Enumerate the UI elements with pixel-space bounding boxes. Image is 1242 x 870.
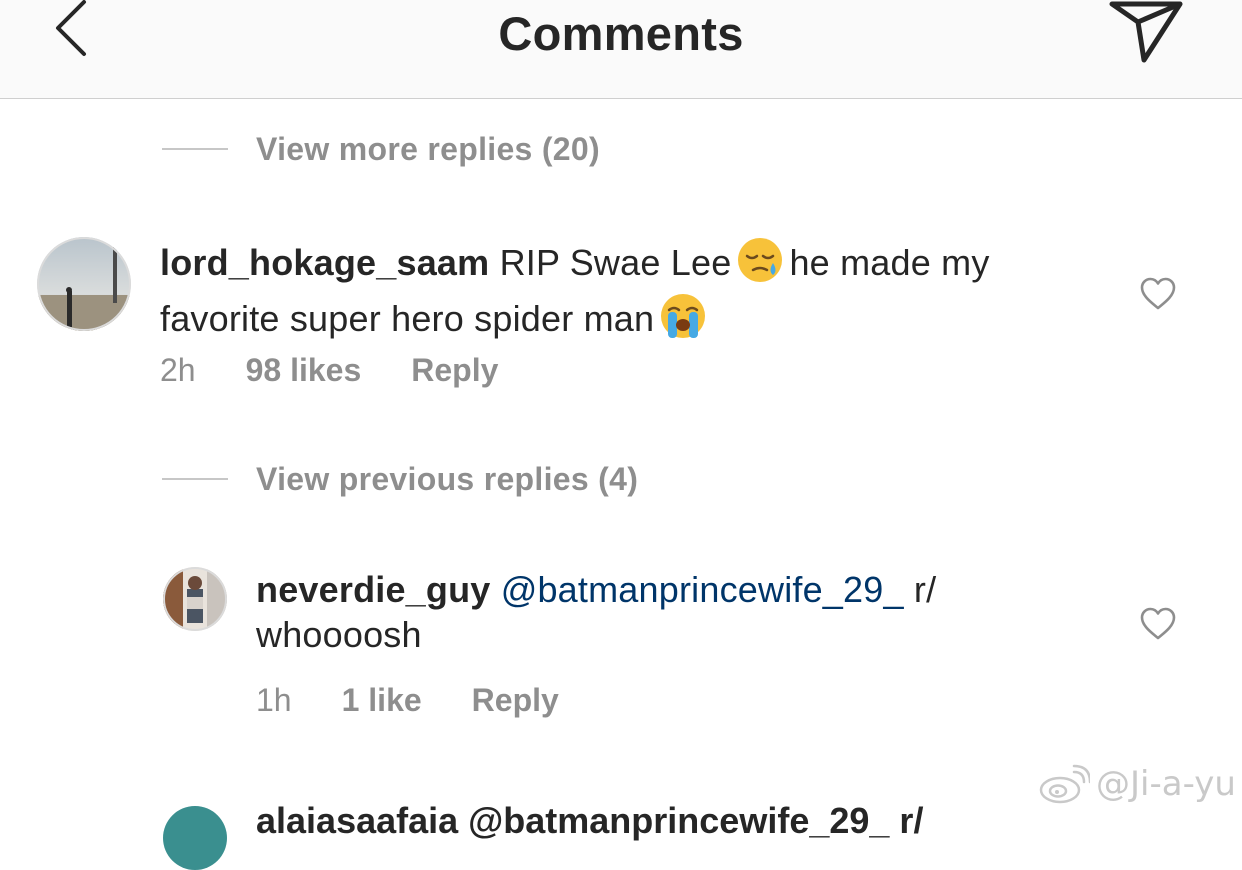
avatar[interactable] — [37, 237, 131, 331]
view-more-replies-button[interactable]: View more replies (20) — [162, 129, 600, 169]
avatar[interactable] — [163, 806, 227, 870]
view-more-replies-label: View more replies (20) — [256, 130, 600, 167]
comment-text-continued: he made my — [789, 242, 990, 283]
view-previous-replies-label: View previous replies (4) — [256, 460, 639, 497]
watermark: @Ji-a-yu — [1038, 764, 1236, 804]
reply-button[interactable]: Reply — [411, 352, 498, 389]
comment-timestamp: 1h — [256, 682, 292, 718]
comment-text-line-2: favorite super hero spider man — [160, 298, 655, 339]
comments-header: Comments — [0, 0, 1242, 99]
comment-body: lord_hokage_saam RIP Swae Lee he made my… — [160, 237, 990, 349]
avatar[interactable] — [163, 567, 227, 631]
comment-body-partial: alaiasaafaia @batmanprincewife_29_ r/ — [256, 800, 924, 841]
heart-icon — [1140, 607, 1176, 640]
reply-button[interactable]: Reply — [472, 682, 559, 719]
watermark-text: @Ji-a-yu — [1096, 764, 1236, 804]
comment-username[interactable]: neverdie_guy — [256, 569, 491, 610]
sleepy-face-emoji — [737, 237, 783, 293]
view-previous-replies-button[interactable]: View previous replies (4) — [162, 459, 638, 499]
likes-count[interactable]: 98 likes — [246, 352, 362, 389]
comment-meta: 1h 1 like Reply — [256, 682, 559, 719]
thread-line — [162, 148, 228, 150]
like-button[interactable] — [1140, 607, 1176, 646]
mention-link[interactable]: @batmanprincewife_29_ — [501, 569, 904, 610]
comment-username[interactable]: lord_hokage_saam — [160, 242, 489, 283]
comment-text-line-2: whoooosh — [256, 614, 422, 655]
loudly-crying-face-emoji — [660, 293, 706, 349]
paper-plane-icon — [1109, 1, 1183, 63]
comment-text: RIP Swae Lee — [499, 242, 732, 283]
like-button[interactable] — [1140, 277, 1176, 316]
comment-body: neverdie_guy @batmanprincewife_29_ r/ wh… — [256, 567, 936, 657]
comment-timestamp: 2h — [160, 352, 196, 388]
likes-count[interactable]: 1 like — [342, 682, 422, 719]
weibo-logo-icon — [1039, 764, 1090, 804]
comment-text: r/ — [913, 569, 937, 610]
share-button[interactable] — [1108, 0, 1184, 64]
heart-icon — [1140, 277, 1176, 310]
thread-line — [162, 478, 228, 480]
comment-meta: 2h 98 likes Reply — [160, 352, 498, 389]
page-title: Comments — [498, 7, 744, 60]
